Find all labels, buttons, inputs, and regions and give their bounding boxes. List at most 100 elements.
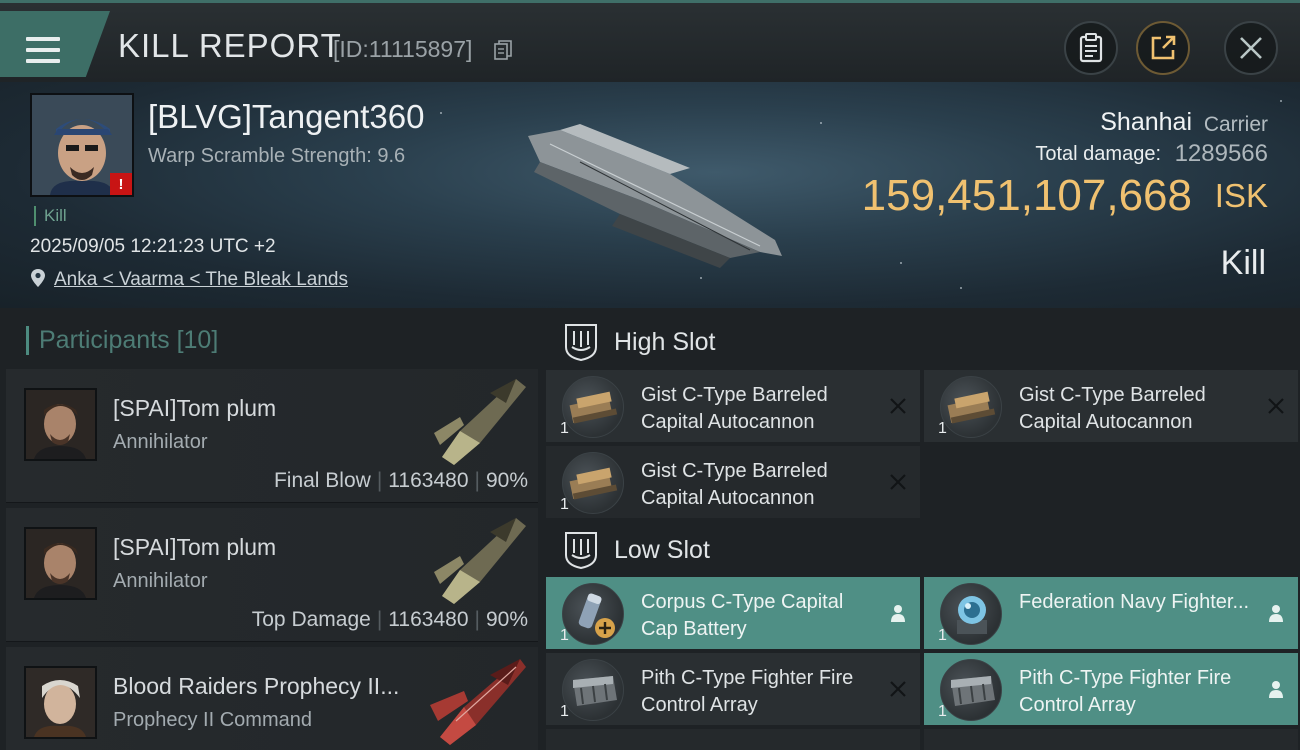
module-item-partial[interactable] (924, 729, 1298, 750)
total-damage-value: 1289566 (1174, 140, 1268, 167)
destroyed-x-icon (1268, 398, 1284, 414)
pilot-portrait-icon (26, 668, 95, 737)
victim-name[interactable]: [BLVG]Tangent360 (148, 98, 424, 136)
module-name: Gist C-Type Barreled Capital Autocannon (1019, 384, 1206, 433)
module-name: Gist C-Type Barreled Capital Autocannon (641, 384, 828, 433)
victim-ship-name[interactable]: Shanhai (1100, 108, 1192, 137)
cap-battery-icon (562, 583, 624, 645)
module-name: Pith C-Type Fighter Fire Control Array (1019, 667, 1232, 716)
participant-avatar (24, 388, 97, 461)
fire-control-array-icon (940, 659, 1002, 721)
module-quantity: 1 (560, 420, 569, 437)
fitting-panel: High Slot 1 Gist C-Type Barreled Capital… (540, 308, 1300, 750)
participant-stats: Final Blow | 1163480 | 90% (273, 469, 528, 492)
destroyed-x-icon (890, 474, 906, 490)
module-item[interactable]: 1 Corpus C-Type Capital Cap Battery (546, 577, 920, 649)
module-quantity: 1 (938, 703, 947, 720)
participant-name[interactable]: [SPAI]Tom plum (113, 534, 276, 561)
clipboard-icon (1079, 33, 1103, 63)
top-bar: KILL REPORT [ID:11115897] (0, 0, 1300, 82)
close-button[interactable] (1224, 21, 1278, 75)
total-damage-label: Total damage: (1035, 143, 1161, 165)
menu-button[interactable] (0, 11, 110, 77)
copy-icon[interactable] (494, 40, 512, 60)
participants-title: Participants (39, 326, 170, 354)
warning-badge: ! (110, 173, 132, 195)
low-slot-title: Low Slot (614, 535, 710, 564)
isk-value: 159,451,107,668 (861, 171, 1192, 220)
module-quantity: 1 (560, 703, 569, 720)
kill-datetime: 2025/09/05 12:21:23 UTC +2 (30, 236, 276, 257)
participants-header: Participants [10] (26, 326, 218, 355)
module-name: Gist C-Type Barreled Capital Autocannon (641, 460, 828, 509)
location-link[interactable]: Anka < Vaarma < The Bleak Lands (54, 269, 348, 291)
module-quantity: 1 (938, 627, 947, 644)
module-quantity: 1 (938, 420, 947, 437)
participant-role: Top Damage (251, 608, 371, 631)
participant-damage: 1163480 (388, 608, 469, 631)
participant-ship-image (430, 659, 526, 745)
share-button[interactable] (1136, 21, 1190, 75)
dropped-person-icon (1269, 681, 1283, 698)
module-name: Pith C-Type Fighter Fire Control Array (641, 667, 854, 716)
participant-ship: Annihilator (113, 570, 208, 592)
high-slot-title: High Slot (614, 327, 716, 356)
participant-ship-image (434, 379, 526, 465)
participant-row[interactable]: [SPAI]Tom plum Annihilator Final Blow | 11… (6, 369, 538, 503)
report-id: [ID:11115897] (333, 36, 473, 62)
pilot-portrait-icon (26, 529, 95, 598)
module-item[interactable]: 1 Gist C-Type Barreled Capital Autocanno… (546, 370, 920, 442)
high-slot-icon (565, 324, 597, 361)
victim-ship-image (528, 124, 782, 268)
participant-percent: 90% (485, 608, 528, 631)
participant-ship-image (434, 518, 526, 604)
dropped-person-icon (1269, 605, 1283, 622)
kill-tag: Kill (34, 206, 67, 226)
participant-stats: Top Damage | 1163480 | 90% (251, 608, 528, 631)
module-quantity: 1 (560, 496, 569, 513)
low-slot-header: Low Slot (564, 530, 710, 570)
participant-ship: Annihilator (113, 431, 208, 453)
pilot-portrait-icon (26, 390, 95, 459)
fighter-module-icon (940, 583, 1002, 645)
high-slot-header: High Slot (564, 322, 715, 362)
participants-panel: Participants [10] [SPAI]Tom plum Annihil… (0, 308, 540, 750)
participant-role: Final Blow (273, 469, 371, 492)
clipboard-button[interactable] (1064, 21, 1118, 75)
hamburger-menu-icon (26, 37, 62, 67)
warp-scramble-strength: Warp Scramble Strength: 9.6 (148, 145, 406, 167)
destroyed-x-icon (890, 398, 906, 414)
module-item-partial[interactable] (546, 729, 920, 750)
autocannon-icon (562, 376, 624, 438)
destroyed-x-icon (890, 681, 906, 697)
participant-avatar (24, 666, 97, 739)
participant-name[interactable]: Blood Raiders Prophecy II... (113, 673, 399, 700)
participant-avatar (24, 527, 97, 600)
low-slot-icon (565, 532, 597, 569)
participant-ship: Prophecy II Command (113, 709, 312, 731)
module-item[interactable]: 1 Pith C-Type Fighter Fire Control Array (924, 653, 1298, 725)
external-link-icon (1151, 35, 1176, 60)
participant-percent: 90% (485, 469, 528, 492)
autocannon-icon (940, 376, 1002, 438)
isk-unit: ISK (1214, 177, 1268, 214)
victim-avatar[interactable]: ! (30, 93, 134, 197)
participants-count: [10] (176, 326, 219, 354)
module-name: Corpus C-Type Capital Cap Battery (641, 591, 844, 640)
dropped-person-icon (891, 605, 905, 622)
location-pin-icon (31, 269, 45, 287)
module-item[interactable]: 1 Pith C-Type Fighter Fire Control Array (546, 653, 920, 725)
module-name: Federation Navy Fighter... (1019, 591, 1250, 613)
result-label: Kill (1220, 244, 1266, 282)
page-title: KILL REPORT (118, 27, 342, 64)
fire-control-array-icon (562, 659, 624, 721)
participant-row[interactable]: [SPAI]Tom plum Annihilator Top Damage | 11… (6, 508, 538, 642)
close-icon (1240, 37, 1262, 59)
participant-damage: 1163480 (388, 469, 469, 492)
participant-name[interactable]: [SPAI]Tom plum (113, 395, 276, 422)
module-item[interactable]: 1 Federation Navy Fighter... (924, 577, 1298, 649)
module-item[interactable]: 1 Gist C-Type Barreled Capital Autocanno… (924, 370, 1298, 442)
module-item[interactable]: 1 Gist C-Type Barreled Capital Autocanno… (546, 446, 920, 518)
autocannon-icon (562, 452, 624, 514)
participant-row[interactable]: Blood Raiders Prophecy II... Prophecy II… (6, 647, 538, 750)
